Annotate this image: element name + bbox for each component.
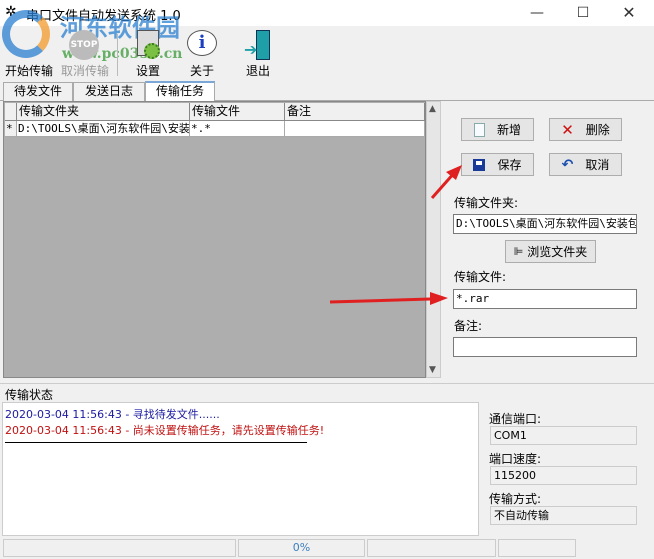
statusbar-panel <box>3 539 236 557</box>
statusbar-panel <box>367 539 496 557</box>
mode-label: 传输方式: <box>489 492 542 506</box>
arrow-to-file-input <box>329 297 431 304</box>
speed-value: 115200 <box>490 466 637 485</box>
port-label: 通信端口: <box>489 412 542 426</box>
port-value: COM1 <box>490 426 637 445</box>
statusbar-progress: 0% <box>238 539 365 557</box>
log-line: 2020-03-04 11:56:43 - 尚未设置传输任务，请先设置传输任务! <box>5 424 325 437</box>
status-header: 传输状态 <box>0 383 654 402</box>
statusbar-panel <box>498 539 576 557</box>
log-area[interactable]: 2020-03-04 11:56:43 - 寻找待发文件...... 2020-… <box>2 402 479 536</box>
mode-value: 不自动传输 <box>490 506 637 525</box>
arrow-head-file <box>430 292 448 305</box>
log-separator <box>5 442 307 443</box>
speed-label: 端口速度: <box>489 452 542 466</box>
log-line: 2020-03-04 11:56:43 - 寻找待发文件...... <box>5 408 220 421</box>
